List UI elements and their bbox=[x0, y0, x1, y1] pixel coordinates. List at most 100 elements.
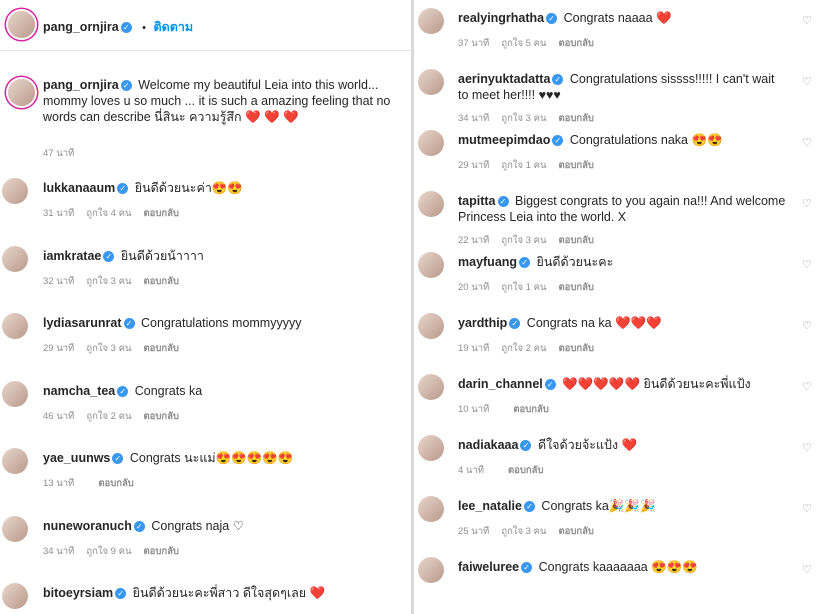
comment-likes[interactable]: ถูกใจ 3 คน bbox=[501, 113, 546, 124]
caption-username[interactable]: pang_ornjira bbox=[43, 78, 119, 92]
comment-username[interactable]: nuneworanuch bbox=[43, 519, 132, 533]
reply-button[interactable]: ตอบกลับ bbox=[558, 113, 594, 124]
avatar[interactable] bbox=[418, 191, 444, 217]
heart-outline-icon[interactable]: ♡ bbox=[802, 136, 812, 149]
post-header: pang_ornjira ✓ • ติดตาม bbox=[0, 0, 411, 51]
heart-outline-icon[interactable]: ♡ bbox=[802, 75, 812, 88]
avatar[interactable] bbox=[2, 448, 28, 474]
reply-button[interactable]: ตอบกลับ bbox=[558, 160, 594, 171]
comment-time[interactable]: 34 นาที bbox=[458, 113, 489, 124]
comment-username[interactable]: darin_channel bbox=[458, 377, 543, 391]
right-comments-panel: realyingrhatha ✓ Congrats naaaa ❤️ 37 นาที… bbox=[414, 0, 820, 614]
comment-likes[interactable]: ถูกใจ 1 คน bbox=[501, 160, 546, 171]
reply-button[interactable]: ตอบกลับ bbox=[558, 235, 594, 246]
heart-outline-icon[interactable]: ♡ bbox=[802, 502, 812, 515]
avatar[interactable] bbox=[418, 557, 444, 583]
reply-button[interactable]: ตอบกลับ bbox=[143, 411, 179, 422]
reply-button[interactable]: ตอบกลับ bbox=[558, 343, 594, 354]
avatar[interactable] bbox=[418, 374, 444, 400]
avatar[interactable] bbox=[2, 178, 28, 204]
comment-likes[interactable]: ถูกใจ 2 คน bbox=[501, 343, 546, 354]
comment-likes[interactable]: ถูกใจ 9 คน bbox=[86, 546, 131, 557]
comment-time[interactable]: 19 นาที bbox=[458, 343, 489, 354]
comment-time[interactable]: 10 นาที bbox=[458, 404, 489, 415]
comment-username[interactable]: tapitta bbox=[458, 194, 496, 208]
reply-button[interactable]: ตอบกลับ bbox=[143, 276, 179, 287]
comment-username[interactable]: realyingrhatha bbox=[458, 11, 544, 25]
comment-username[interactable]: nadiakaaa bbox=[458, 438, 518, 452]
comment-username[interactable]: lukkanaaum bbox=[43, 181, 115, 195]
comment-text: ยินดีด้วยนะค่า😍😍 bbox=[134, 181, 243, 195]
comment-time[interactable]: 31 นาที bbox=[43, 208, 74, 219]
avatar[interactable] bbox=[418, 313, 444, 339]
heart-outline-icon[interactable]: ♡ bbox=[802, 258, 812, 271]
comment-username[interactable]: yardthip bbox=[458, 316, 507, 330]
reply-button[interactable]: ตอบกลับ bbox=[558, 282, 594, 293]
avatar[interactable] bbox=[2, 313, 28, 339]
comment-time[interactable]: 29 นาที bbox=[43, 343, 74, 354]
comment-likes[interactable]: ถูกใจ 2 คน bbox=[86, 411, 131, 422]
comment-time[interactable]: 25 นาที bbox=[458, 526, 489, 537]
avatar[interactable] bbox=[418, 130, 444, 156]
avatar[interactable] bbox=[418, 8, 444, 34]
avatar[interactable] bbox=[2, 245, 28, 272]
comment-time[interactable]: 22 นาที bbox=[458, 235, 489, 246]
comment-username[interactable]: iamkratae bbox=[43, 249, 101, 263]
comment-likes[interactable]: ถูกใจ 1 คน bbox=[501, 282, 546, 293]
comment-time[interactable]: 13 นาที bbox=[43, 478, 74, 489]
heart-outline-icon[interactable]: ♡ bbox=[802, 197, 812, 210]
reply-button[interactable]: ตอบกลับ bbox=[513, 404, 549, 415]
comment-username[interactable]: lee_natalie bbox=[458, 499, 522, 513]
comment-username[interactable]: mayfuang bbox=[458, 255, 517, 269]
heart-outline-icon[interactable]: ♡ bbox=[802, 380, 812, 393]
reply-button[interactable]: ตอบกลับ bbox=[508, 465, 544, 476]
comment-username[interactable]: faiweluree bbox=[458, 560, 519, 574]
comment-time[interactable]: 46 นาที bbox=[43, 411, 74, 422]
avatar[interactable] bbox=[2, 380, 28, 407]
avatar[interactable] bbox=[418, 69, 444, 95]
comment-time[interactable]: 34 นาที bbox=[43, 546, 74, 557]
follow-button[interactable]: ติดตาม bbox=[153, 20, 193, 34]
avatar[interactable] bbox=[2, 515, 28, 542]
comment-username[interactable]: mutmeepimdao bbox=[458, 133, 550, 147]
header-username[interactable]: pang_ornjira bbox=[43, 20, 119, 34]
comment-username[interactable]: lydiasarunrat bbox=[43, 316, 122, 330]
comment-username[interactable]: aerinyuktadatta bbox=[458, 72, 550, 86]
comment-likes[interactable]: ถูกใจ 4 คน bbox=[86, 208, 131, 219]
verified-badge-icon: ✓ bbox=[523, 501, 535, 512]
comment-likes[interactable]: ถูกใจ 5 คน bbox=[501, 38, 546, 49]
avatar[interactable] bbox=[418, 435, 444, 461]
heart-outline-icon[interactable]: ♡ bbox=[802, 319, 812, 332]
comment-likes[interactable]: ถูกใจ 3 คน bbox=[86, 343, 131, 354]
reply-button[interactable]: ตอบกลับ bbox=[143, 343, 179, 354]
verified-badge-icon: ✓ bbox=[552, 74, 564, 85]
reply-button[interactable]: ตอบกลับ bbox=[558, 526, 594, 537]
avatar[interactable] bbox=[8, 79, 35, 106]
comment-text: Congrats naja ♡ bbox=[151, 518, 244, 533]
comment-time[interactable]: 32 นาที bbox=[43, 276, 74, 287]
reply-button[interactable]: ตอบกลับ bbox=[143, 208, 179, 219]
heart-outline-icon[interactable]: ♡ bbox=[802, 14, 812, 27]
avatar[interactable] bbox=[418, 252, 444, 278]
comment-username[interactable]: namcha_tea bbox=[43, 384, 115, 398]
comment-username[interactable]: bitoeyrsiam bbox=[43, 586, 113, 600]
comment-username[interactable]: yae_uunws bbox=[43, 451, 110, 465]
comment-time[interactable]: 20 นาที bbox=[458, 282, 489, 293]
comment-likes[interactable]: ถูกใจ 3 คน bbox=[86, 276, 131, 287]
reply-button[interactable]: ตอบกลับ bbox=[98, 478, 134, 489]
comment-time[interactable]: 29 นาที bbox=[458, 160, 489, 171]
caption-time[interactable]: 47 นาที bbox=[43, 148, 74, 159]
reply-button[interactable]: ตอบกลับ bbox=[143, 546, 179, 557]
avatar[interactable] bbox=[418, 496, 444, 522]
avatar[interactable] bbox=[2, 583, 28, 609]
comment-time[interactable]: 4 นาที bbox=[458, 465, 484, 476]
heart-outline-icon[interactable]: ♡ bbox=[802, 441, 812, 454]
comment-likes[interactable]: ถูกใจ 3 คน bbox=[501, 235, 546, 246]
reply-button[interactable]: ตอบกลับ bbox=[558, 38, 594, 49]
comment-meta: 22 นาที ถูกใจ 3 คน ตอบกลับ bbox=[458, 233, 606, 248]
heart-outline-icon[interactable]: ♡ bbox=[802, 563, 812, 576]
comment-body: namcha_tea ✓ Congrats ka bbox=[43, 383, 403, 399]
comment-likes[interactable]: ถูกใจ 3 คน bbox=[501, 526, 546, 537]
comment-time[interactable]: 37 นาที bbox=[458, 38, 489, 49]
avatar[interactable] bbox=[8, 11, 35, 38]
